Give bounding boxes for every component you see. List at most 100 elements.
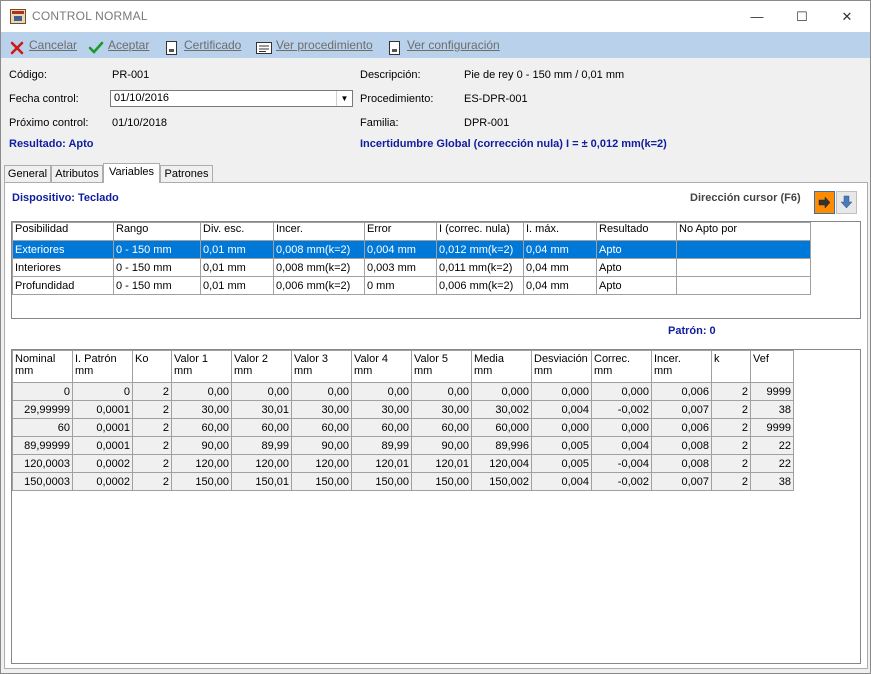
grid2-cell[interactable]: 0,00 xyxy=(411,382,472,401)
grid2-cell[interactable]: 150,002 xyxy=(471,472,532,491)
grid1-column-header[interactable]: Resultado xyxy=(596,222,677,241)
grid2-cell[interactable]: 2 xyxy=(132,454,172,473)
close-button[interactable]: ✕ xyxy=(824,1,870,32)
grid2-cell[interactable]: 2 xyxy=(711,400,751,419)
grid2-cell[interactable]: 60,00 xyxy=(291,418,352,437)
grid2-cell[interactable]: 120,004 xyxy=(471,454,532,473)
grid2-cell[interactable]: 2 xyxy=(711,454,751,473)
grid2-cell[interactable]: 60,00 xyxy=(171,418,232,437)
grid2-cell[interactable]: 120,00 xyxy=(171,454,232,473)
grid2-cell[interactable]: 0,004 xyxy=(531,472,592,491)
grid2-cell[interactable]: 2 xyxy=(711,472,751,491)
grid2-cell[interactable]: 0,0001 xyxy=(72,400,133,419)
grid1-cell[interactable]: 0,011 mm(k=2) xyxy=(436,258,524,277)
grid2-cell[interactable]: 0,008 xyxy=(651,436,712,455)
grid2-cell[interactable]: 60,000 xyxy=(471,418,532,437)
grid2-cell[interactable]: 0,0002 xyxy=(72,454,133,473)
grid2-cell[interactable]: 150,01 xyxy=(231,472,292,491)
grid2-column-header[interactable]: Valor 2 mm xyxy=(231,350,292,383)
cursor-right-button[interactable] xyxy=(814,191,835,214)
grid2-cell[interactable]: 2 xyxy=(711,382,751,401)
grid2-cell[interactable]: 120,00 xyxy=(231,454,292,473)
grid1-cell[interactable]: Apto xyxy=(596,276,677,295)
grid2-cell[interactable]: 30,002 xyxy=(471,400,532,419)
grid2-cell[interactable]: 90,00 xyxy=(411,436,472,455)
grid2-cell[interactable]: 2 xyxy=(132,436,172,455)
grid2-cell[interactable]: 0,0002 xyxy=(72,472,133,491)
grid2-cell[interactable]: 90,00 xyxy=(171,436,232,455)
grid2-cell[interactable]: 2 xyxy=(711,436,751,455)
grid1-row[interactable]: Exteriores 0 - 150 mm 0,01 mm 0,008 mm(k=2)… xyxy=(12,240,811,259)
grid2-cell[interactable]: 0,000 xyxy=(471,382,532,401)
grid1-cell[interactable]: Apto xyxy=(596,258,677,277)
grid2-cell[interactable]: -0,002 xyxy=(591,472,652,491)
grid2-cell[interactable]: 2 xyxy=(132,400,172,419)
grid2-cell[interactable]: 89,996 xyxy=(471,436,532,455)
grid2-cell[interactable]: 0,00 xyxy=(231,382,292,401)
tab-atributos[interactable]: Atributos xyxy=(51,165,103,182)
grid1-cell[interactable] xyxy=(676,240,811,259)
grid2-column-header[interactable]: k xyxy=(711,350,751,383)
grid1-column-header[interactable]: No Apto por xyxy=(676,222,811,241)
grid2-column-header[interactable]: Correc. mm xyxy=(591,350,652,383)
grid1-cell[interactable]: 0,01 mm xyxy=(200,276,274,295)
grid2-cell[interactable]: 0,000 xyxy=(531,418,592,437)
grid2-cell[interactable]: 0,00 xyxy=(351,382,412,401)
grid1-cell[interactable]: 0,008 mm(k=2) xyxy=(273,240,365,259)
grid2-row[interactable]: 29,99999 0,0001 2 30,00 30,01 30,00 30,00 30,00… xyxy=(12,400,794,419)
grid1-cell[interactable]: 0 - 150 mm xyxy=(113,240,201,259)
grid2-cell[interactable]: 120,01 xyxy=(411,454,472,473)
grid2-cell[interactable]: 60,00 xyxy=(351,418,412,437)
grid2-cell[interactable]: 60,00 xyxy=(231,418,292,437)
grid2-column-header[interactable]: Valor 3 mm xyxy=(291,350,352,383)
grid2-column-header[interactable]: Media mm xyxy=(471,350,532,383)
grid1-cell[interactable]: 0,012 mm(k=2) xyxy=(436,240,524,259)
grid2-cell[interactable]: 22 xyxy=(750,436,794,455)
grid1-cell[interactable]: 0 - 150 mm xyxy=(113,258,201,277)
grid1-cell[interactable]: 0,006 mm(k=2) xyxy=(273,276,365,295)
grid2-cell[interactable]: 150,00 xyxy=(411,472,472,491)
grid2-cell[interactable]: 0,004 xyxy=(591,436,652,455)
grid2-row[interactable]: 0 0 2 0,00 0,00 0,00 0,00 0,00 0,000 0,000 0,000 0,… xyxy=(12,382,794,401)
grid1-cell[interactable]: Interiores xyxy=(12,258,114,277)
grid1-column-header[interactable]: Div. esc. xyxy=(200,222,274,241)
grid1-cell[interactable]: 0,01 mm xyxy=(200,240,274,259)
tab-general[interactable]: General xyxy=(4,165,51,182)
grid2-cell[interactable]: 0,0001 xyxy=(72,436,133,455)
grid2-cell[interactable]: 2 xyxy=(132,382,172,401)
grid1-cell[interactable]: 0 - 150 mm xyxy=(113,276,201,295)
grid1-column-header[interactable]: Rango xyxy=(113,222,201,241)
grid2-cell[interactable]: 9999 xyxy=(750,382,794,401)
grid1-column-header[interactable]: I (correc. nula) xyxy=(436,222,524,241)
grid2-cell[interactable]: 0,000 xyxy=(591,382,652,401)
grid2-column-header[interactable]: Incer. mm xyxy=(651,350,712,383)
grid2-column-header[interactable]: Valor 4 mm xyxy=(351,350,412,383)
grid2-cell[interactable]: 0,004 xyxy=(531,400,592,419)
grid1-column-header[interactable]: Error xyxy=(364,222,437,241)
fecha-control-date-picker[interactable]: 01/10/2016 ▼ xyxy=(110,90,353,107)
grid2-cell[interactable]: 30,00 xyxy=(411,400,472,419)
grid2-cell[interactable]: 0,006 xyxy=(651,418,712,437)
grid2-cell[interactable]: 90,00 xyxy=(291,436,352,455)
grid2-column-header[interactable]: Valor 1 mm xyxy=(171,350,232,383)
grid1-row[interactable]: Profundidad 0 - 150 mm 0,01 mm 0,006 mm(k=2… xyxy=(12,276,811,295)
grid1-cell[interactable] xyxy=(676,276,811,295)
maximize-button[interactable]: ☐ xyxy=(779,1,825,32)
grid2-cell[interactable]: 150,00 xyxy=(171,472,232,491)
grid1-cell[interactable]: Profundidad xyxy=(12,276,114,295)
grid2-cell[interactable]: 120,0003 xyxy=(12,454,73,473)
grid2-cell[interactable]: 30,00 xyxy=(291,400,352,419)
grid2-cell[interactable]: 38 xyxy=(750,400,794,419)
grid2-cell[interactable]: 30,00 xyxy=(171,400,232,419)
grid2-cell[interactable]: 2 xyxy=(132,418,172,437)
grid2-cell[interactable]: 150,00 xyxy=(351,472,412,491)
grid2-cell[interactable]: 120,00 xyxy=(291,454,352,473)
grid2-cell[interactable]: 0,007 xyxy=(651,472,712,491)
grid2-cell[interactable]: 89,99999 xyxy=(12,436,73,455)
accept-button[interactable]: Aceptar xyxy=(88,32,149,58)
grid2-cell[interactable]: 22 xyxy=(750,454,794,473)
grid2-cell[interactable]: 60,00 xyxy=(411,418,472,437)
dropdown-arrow-icon[interactable]: ▼ xyxy=(336,91,352,106)
grid2-cell[interactable]: 2 xyxy=(711,418,751,437)
grid2-row[interactable]: 89,99999 0,0001 2 90,00 89,99 90,00 89,99 90,00… xyxy=(12,436,794,455)
